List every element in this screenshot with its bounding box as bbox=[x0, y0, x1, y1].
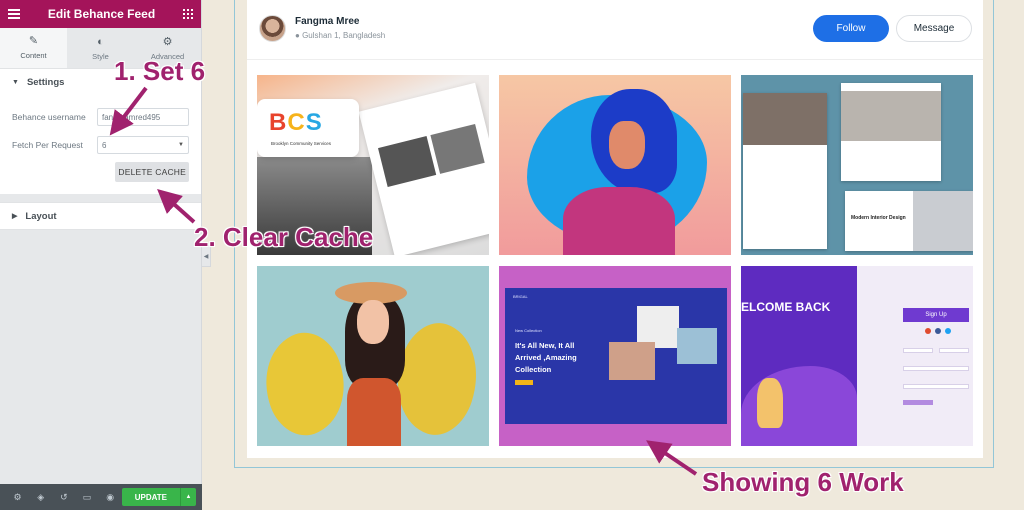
fetch-row: Fetch Per Request 6 ▼ bbox=[12, 134, 189, 156]
annotation-step-2: 2. Clear Cache bbox=[194, 222, 374, 252]
caret-right-icon: ▶ bbox=[12, 213, 18, 220]
ecommerce-mockup: BRIGAL New Collection It's All New, It A… bbox=[505, 288, 727, 424]
hamburger-menu-icon[interactable] bbox=[8, 9, 20, 19]
interior-heading: Modern Interior Design bbox=[851, 215, 906, 221]
illustration-shirt bbox=[563, 187, 675, 255]
username-value: fangmamred495 bbox=[102, 112, 161, 122]
interior-page-b bbox=[841, 83, 941, 181]
profile-location: ● Gulshan 1, Bangladesh bbox=[295, 31, 385, 40]
product-image bbox=[677, 328, 717, 364]
follow-button[interactable]: Follow bbox=[813, 15, 889, 42]
layers-icon[interactable]: ◈ bbox=[29, 492, 52, 503]
form-field bbox=[903, 348, 933, 353]
mockup-title: It's All New, It All Arrived ,Amazing Co… bbox=[515, 341, 577, 374]
work-tile-6[interactable]: ELCOME BACK Sign Up bbox=[741, 266, 973, 446]
mockup-cta bbox=[515, 380, 533, 385]
panel-title: Edit Behance Feed bbox=[47, 7, 156, 21]
illustration-face bbox=[609, 121, 645, 169]
social-icon bbox=[935, 328, 941, 334]
username-input[interactable]: fangmamred495 bbox=[97, 108, 189, 126]
responsive-icon[interactable]: ▭ bbox=[75, 492, 98, 503]
form-field bbox=[939, 348, 969, 353]
form-submit bbox=[903, 400, 933, 405]
profile-location-text: Gulshan 1, Bangladesh bbox=[302, 31, 386, 40]
layout-section-toggle[interactable]: ▶ Layout bbox=[0, 202, 201, 230]
illustration-dress bbox=[347, 378, 401, 446]
history-icon[interactable]: ↺ bbox=[52, 492, 75, 503]
bcs-subtitle: Brooklyn Community Services bbox=[271, 141, 332, 146]
bcs-logo: BCS bbox=[269, 109, 323, 136]
work-tile-2[interactable] bbox=[499, 75, 731, 255]
illustration-person bbox=[757, 378, 783, 428]
social-icon bbox=[925, 328, 931, 334]
update-button[interactable]: UPDATE bbox=[121, 488, 180, 506]
eye-icon[interactable]: ◉ bbox=[99, 492, 122, 503]
location-pin-icon: ● bbox=[295, 31, 300, 40]
tab-style-label: Style bbox=[92, 51, 109, 61]
panel-header: Edit Behance Feed bbox=[0, 0, 201, 28]
delete-cache-button[interactable]: DELETE CACHE bbox=[115, 162, 189, 182]
update-options-caret-icon[interactable]: ▲ bbox=[180, 488, 196, 506]
username-label: Behance username bbox=[12, 112, 86, 122]
tab-content-label: Content bbox=[20, 51, 47, 60]
annotation-step-3: Showing 6 Work bbox=[702, 467, 904, 497]
chevron-down-icon: ▼ bbox=[178, 142, 184, 148]
caret-down-icon: ▼ bbox=[12, 79, 19, 86]
fetch-value: 6 bbox=[102, 140, 107, 150]
gear-icon[interactable]: ⚙ bbox=[6, 492, 29, 503]
pencil-icon: ✎ bbox=[28, 35, 39, 47]
panel-footer: ⚙ ◈ ↺ ▭ ◉ UPDATE ▲ bbox=[0, 484, 202, 510]
website-mockup bbox=[358, 82, 489, 255]
mockup-brand: BRIGAL bbox=[513, 294, 528, 299]
form-field bbox=[903, 366, 969, 371]
message-button[interactable]: Message bbox=[896, 15, 972, 42]
avatar bbox=[259, 15, 286, 42]
fetch-per-request-select[interactable]: 6 ▼ bbox=[97, 136, 189, 154]
work-tile-5[interactable]: BRIGAL New Collection It's All New, It A… bbox=[499, 266, 731, 446]
settings-section: Behance username fangmamred495 Fetch Per… bbox=[0, 96, 201, 194]
profile-header: Fangma Mree ● Gulshan 1, Bangladesh Foll… bbox=[247, 0, 983, 60]
welcome-text: ELCOME BACK bbox=[741, 300, 831, 314]
welcome-panel: ELCOME BACK bbox=[741, 266, 857, 446]
layout-heading: Layout bbox=[25, 210, 57, 222]
widgets-grid-icon[interactable] bbox=[183, 9, 193, 19]
interior-page-c: Modern Interior Design bbox=[845, 191, 973, 251]
form-field bbox=[903, 384, 969, 389]
illustration-face bbox=[357, 300, 389, 344]
fetch-label: Fetch Per Request bbox=[12, 140, 83, 150]
tab-content[interactable]: ✎ Content bbox=[0, 28, 67, 68]
profile-name: Fangma Mree bbox=[295, 16, 360, 27]
half-circle-icon: ◐ bbox=[97, 35, 104, 48]
interior-page-a bbox=[743, 93, 827, 249]
username-row: Behance username fangmamred495 bbox=[12, 106, 189, 128]
gear-icon: ⚙ bbox=[162, 35, 173, 48]
product-image bbox=[609, 342, 655, 380]
signup-header: Sign Up bbox=[903, 308, 969, 322]
annotation-step-1: 1. Set 6 bbox=[114, 56, 206, 86]
bcs-logo-card: BCS Brooklyn Community Services bbox=[257, 99, 359, 157]
work-tile-4[interactable] bbox=[257, 266, 489, 446]
work-tile-3[interactable]: Modern Interior Design bbox=[741, 75, 973, 255]
settings-heading: Settings bbox=[26, 77, 65, 88]
social-icon bbox=[945, 328, 951, 334]
mockup-eyebrow: New Collection bbox=[515, 328, 542, 333]
